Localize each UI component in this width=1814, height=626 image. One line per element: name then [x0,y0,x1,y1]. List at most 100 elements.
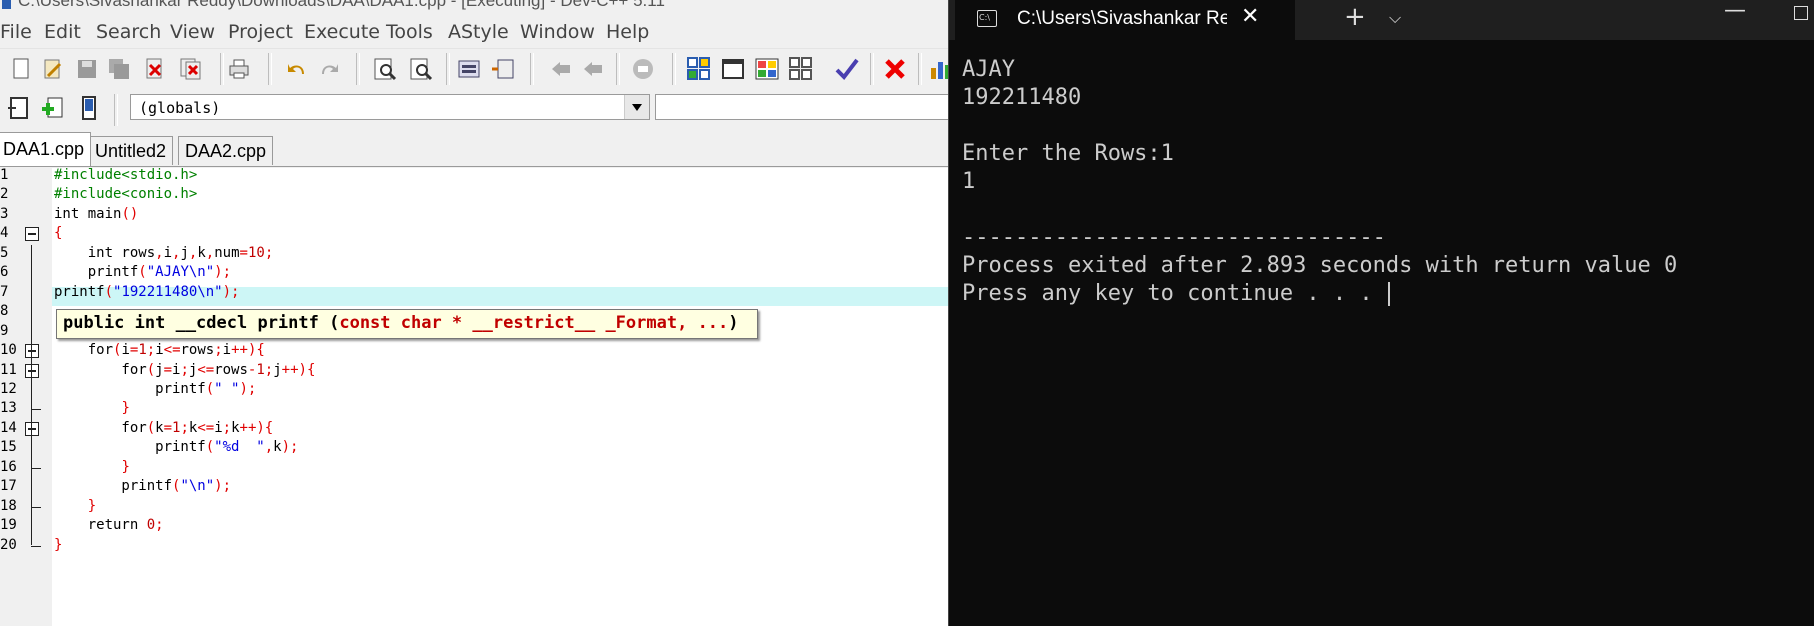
redo-icon[interactable] [316,56,342,82]
fold-line [31,380,32,526]
tab-daa1[interactable]: DAA1.cpp [0,132,92,166]
bookmark-icon[interactable] [76,95,102,121]
menu-view[interactable]: View [170,21,215,43]
open-icon[interactable] [40,56,66,82]
menu-search[interactable]: Search [96,21,161,43]
tooltip-params: const char * __restrict__ _Format, ... [339,313,729,333]
globals-combo[interactable]: (globals) [130,94,650,120]
line-number: 5 [0,244,9,261]
code-line[interactable]: int rows,i,j,k,num=10; [54,245,274,261]
menu-edit[interactable]: Edit [44,21,81,43]
class-browser-icon[interactable] [630,56,656,82]
stop-icon[interactable] [882,56,908,82]
project-options-icon[interactable] [720,56,746,82]
ide-window: C:\Users\Sivashankar Reddy\Downloads\DAA… [0,0,948,626]
terminal-line: Process exited after 2.893 seconds with … [962,252,1812,280]
line-number: 17 [0,478,17,495]
code-line[interactable]: #include<conio.h> [54,186,197,202]
maximize-icon[interactable] [1794,6,1808,20]
menu-help[interactable]: Help [606,21,649,43]
toolbar-separator [356,53,360,85]
code-line[interactable]: } [54,459,129,475]
code-line[interactable]: { [54,225,62,241]
menu-tools[interactable]: Tools [386,21,433,43]
code-line[interactable]: printf(" "); [54,381,256,397]
terminal-tab-bar: C:\Users\Sivashankar Reddy\D ✕ + ⌵ — [949,0,1814,40]
terminal-line-text: AJAY [962,57,1015,82]
terminal-output[interactable]: AJAY 192211480 Enter the Rows:1 1 ----------… [962,56,1812,308]
close-all-icon[interactable] [178,56,204,82]
code-line[interactable]: printf("192211480\n"); [54,284,239,300]
code-line[interactable]: printf("\n"); [54,478,231,494]
devcpp-app-icon [2,0,11,9]
tab-daa2[interactable]: DAA2.cpp [178,136,274,165]
menu-execute[interactable]: Execute [304,21,380,43]
fold-toggle-icon[interactable] [25,421,39,436]
code-editor[interactable]: 1 2 3 4 5 6 7 8 9 10 11 12 13 14 15 16 17 18 19 20 #include… [0,167,948,626]
code-line[interactable]: printf("AJAY\n"); [54,264,231,280]
line-number: 14 [0,419,17,436]
ide-title-text: C:\Users\Sivashankar Reddy\Downloads\DAA… [18,0,665,10]
line-number: 8 [0,303,9,320]
terminal-tab-title: C:\Users\Sivashankar Reddy\D [1017,8,1227,29]
fold-toggle-icon[interactable] [25,344,39,359]
fold-toggle-icon[interactable] [25,363,39,378]
toggle-comment-icon[interactable] [580,56,606,82]
terminal-line-text: 1 [962,169,976,194]
print-icon[interactable] [226,56,252,82]
run-icon[interactable] [788,56,814,82]
terminal-line-text: 192211480 [962,85,1082,110]
close-icon[interactable]: ✕ [1241,4,1259,29]
code-line[interactable]: int main() [54,206,138,222]
code-line[interactable]: for(i=1;i<=rows;i++){ [54,342,265,358]
code-line[interactable]: printf("%d ",k); [54,439,298,455]
toolbar-separator [114,94,118,126]
terminal-tab[interactable]: C:\Users\Sivashankar Reddy\D ✕ [955,0,1295,40]
line-number: 4 [0,225,9,242]
check-syntax-icon[interactable] [834,56,860,82]
function-combo[interactable] [655,94,948,120]
add-file-icon[interactable] [40,95,66,121]
replace-icon[interactable] [408,56,434,82]
code-line[interactable]: #include<stdio.h> [54,167,197,183]
terminal-line: 192211480 [962,84,1812,112]
code-line[interactable]: for(k=1;k<=i;k++){ [54,420,273,436]
code-line[interactable]: } [54,498,96,514]
code-line[interactable]: return 0; [54,517,164,533]
chevron-down-icon[interactable] [624,95,649,119]
function-signature-tooltip: public int __cdecl printf (const char * … [56,309,758,339]
code-line[interactable]: } [54,400,129,416]
menu-project[interactable]: Project [228,21,293,43]
fold-toggle-icon[interactable] [25,227,39,242]
menu-astyle[interactable]: AStyle [448,21,509,43]
code-line[interactable]: } [54,537,62,553]
tab-untitled2[interactable]: Untitled2 [88,136,174,165]
compile-icon[interactable] [754,56,780,82]
menu-file[interactable]: File [0,21,32,43]
find-icon[interactable] [372,56,398,82]
terminal-line: AJAY [962,56,1812,84]
line-number: 13 [0,400,17,417]
close-icon[interactable] [142,56,168,82]
save-all-icon[interactable] [106,56,132,82]
line-number: 11 [0,361,17,378]
undo-icon[interactable] [284,56,310,82]
insert-icon[interactable] [6,95,32,121]
fold-end [31,409,41,411]
new-file-icon[interactable] [8,56,34,82]
chart-icon[interactable] [928,56,948,82]
add-tab-icon[interactable]: + [1344,2,1366,32]
unindent-icon[interactable] [548,56,574,82]
terminal-line: Enter the Rows:1 [962,140,1812,168]
indent-icon[interactable] [490,56,516,82]
minimize-icon[interactable]: — [1724,0,1746,23]
menu-window[interactable]: Window [520,21,595,43]
line-number: 20 [0,536,17,553]
goto-icon[interactable] [456,56,482,82]
line-number: 19 [0,517,17,534]
save-icon[interactable] [74,56,100,82]
tab-dropdown-icon[interactable]: ⌵ [1389,8,1401,28]
code-line[interactable]: for(j=i;j<=rows-1;j++){ [54,362,315,378]
new-project-icon[interactable] [686,56,712,82]
toolbar-separator [616,53,620,85]
